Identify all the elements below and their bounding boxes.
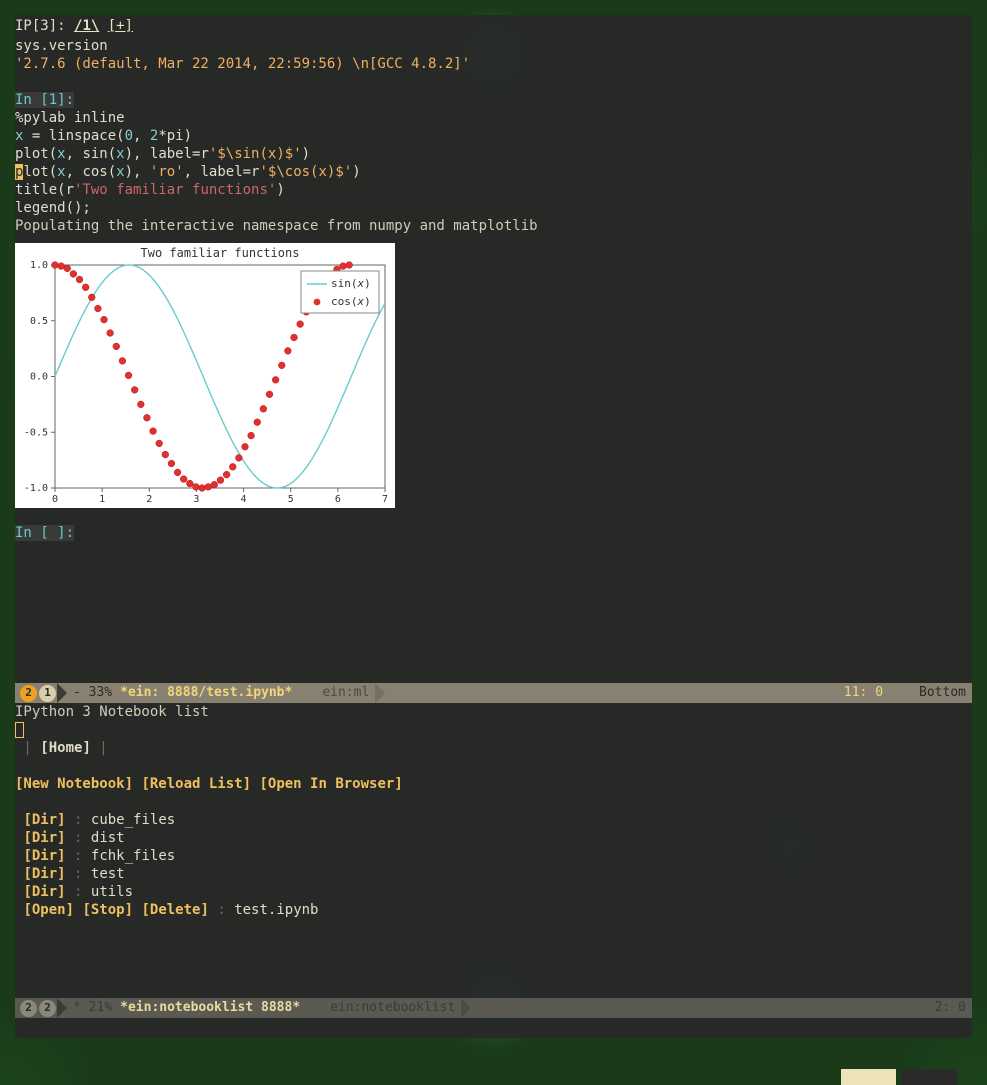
dir-button[interactable]: [Dir] [23, 884, 65, 900]
emacs-top-window: IP[3]: /1\ [+] sys.version '2.7.6 (defau… [15, 15, 972, 703]
svg-text:0.0: 0.0 [30, 372, 48, 383]
svg-text:6: 6 [335, 494, 341, 505]
code-line[interactable]: %pylab inline [15, 109, 972, 127]
major-mode: ein:ml [322, 683, 369, 703]
dir-name[interactable]: test [91, 866, 125, 882]
buffer-position-pct: * 21% [73, 998, 112, 1018]
dir-row: [Dir] : utils [15, 883, 972, 901]
window-badge[interactable]: 2 [39, 1000, 56, 1017]
svg-text:sin(x): sin(x) [331, 277, 371, 290]
taskbar-button[interactable] [841, 1069, 896, 1085]
dir-name[interactable]: cube_files [91, 812, 175, 828]
code-line[interactable]: plot(x, sin(x), label=r'$\sin(x)$') [15, 145, 972, 163]
cell-prompt-in1[interactable]: In [1]: [15, 91, 972, 109]
modeline-top: 2 1 - 33% *ein: 8888/test.ipynb* ein:ml … [15, 683, 972, 703]
dir-name[interactable]: dist [91, 830, 125, 846]
workspace-badge[interactable]: 2 [20, 685, 37, 702]
emacs-bottom-window: IPython 3 Notebook list | [Home] | [New … [15, 703, 972, 1018]
file-name[interactable]: test.ipynb [234, 902, 318, 918]
svg-text:4: 4 [241, 494, 247, 505]
stop-button[interactable]: [Stop] [82, 902, 133, 918]
dir-row: [Dir] : cube_files [15, 811, 972, 829]
buffer-name[interactable]: *ein:notebooklist 8888* [120, 998, 300, 1018]
tab-current[interactable]: /1\ [74, 18, 99, 34]
delete-button[interactable]: [Delete] [141, 902, 208, 918]
svg-text:1: 1 [99, 494, 105, 505]
modeline-bottom: 2 2 * 21% *ein:notebooklist 8888* ein:no… [15, 998, 972, 1018]
tab-counter: IP[3]: [15, 18, 66, 34]
file-row: [Open] [Stop] [Delete] : test.ipynb [15, 901, 972, 919]
scroll-indicator: Bottom [919, 683, 966, 703]
buffer-position-pct: - 33% [73, 683, 112, 703]
buffer-name[interactable]: *ein: 8888/test.ipynb* [120, 683, 292, 703]
matplotlib-chart: Two familiar functions 0 1 2 3 4 5 6 7 -1.0 -0.5 0.… [15, 243, 395, 508]
stdout-line: Populating the interactive namespace fro… [15, 217, 972, 235]
svg-text:cos(x): cos(x) [331, 295, 371, 308]
cursor-outline [15, 722, 24, 738]
svg-text:0: 0 [52, 494, 58, 505]
svg-text:2: 2 [146, 494, 152, 505]
svg-text:Two familiar functions: Two familiar functions [141, 246, 300, 260]
svg-text:5: 5 [288, 494, 294, 505]
dir-button[interactable]: [Dir] [23, 830, 65, 846]
svg-text:0.5: 0.5 [30, 316, 48, 327]
cursor-position: 11: 0 [844, 683, 883, 703]
tab-add-button[interactable]: [+] [108, 18, 133, 34]
taskbar [841, 1069, 957, 1085]
dir-name[interactable]: utils [91, 884, 133, 900]
svg-text:1.0: 1.0 [30, 260, 48, 271]
workspace-badge[interactable]: 2 [20, 1000, 37, 1017]
svg-text:-1.0: -1.0 [24, 483, 48, 494]
home-link[interactable]: [Home] [40, 740, 91, 756]
svg-text:3: 3 [193, 494, 199, 505]
tab-bar: IP[3]: /1\ [+] [15, 15, 972, 37]
notebooklist-title: IPython 3 Notebook list [15, 703, 972, 721]
dir-name[interactable]: fchk_files [91, 848, 175, 864]
code-line[interactable]: legend(); [15, 199, 972, 217]
dir-row: [Dir] : dist [15, 829, 972, 847]
window-badge[interactable]: 1 [39, 685, 56, 702]
svg-text:7: 7 [382, 494, 388, 505]
minibuffer[interactable] [15, 1018, 972, 1038]
open-button[interactable]: [Open] [23, 902, 74, 918]
code-line[interactable]: plot(x, cos(x), 'ro', label=r'$\cos(x)$'… [15, 163, 972, 181]
new-notebook-button[interactable]: [New Notebook] [15, 776, 133, 792]
open-in-browser-button[interactable]: [Open In Browser] [259, 776, 402, 792]
dir-button[interactable]: [Dir] [23, 866, 65, 882]
code-line[interactable]: sys.version [15, 37, 972, 55]
taskbar-button[interactable] [902, 1069, 957, 1085]
breadcrumb: | [Home] | [15, 739, 972, 757]
major-mode: ein:notebooklist [330, 998, 455, 1018]
cell-prompt-empty[interactable]: In [ ]: [15, 524, 972, 542]
code-line[interactable]: title(r'Two familiar functions') [15, 181, 972, 199]
dir-row: [Dir] : fchk_files [15, 847, 972, 865]
output-line: '2.7.6 (default, Mar 22 2014, 22:59:56) … [15, 55, 972, 73]
action-row: [New Notebook] [Reload List] [Open In Br… [15, 775, 972, 793]
code-line[interactable]: x = linspace(0, 2*pi) [15, 127, 972, 145]
dir-row: [Dir] : test [15, 865, 972, 883]
svg-text:-0.5: -0.5 [24, 427, 48, 438]
reload-list-button[interactable]: [Reload List] [141, 776, 251, 792]
cursor-position: 2: 0 [935, 998, 966, 1018]
dir-button[interactable]: [Dir] [23, 812, 65, 828]
dir-button[interactable]: [Dir] [23, 848, 65, 864]
